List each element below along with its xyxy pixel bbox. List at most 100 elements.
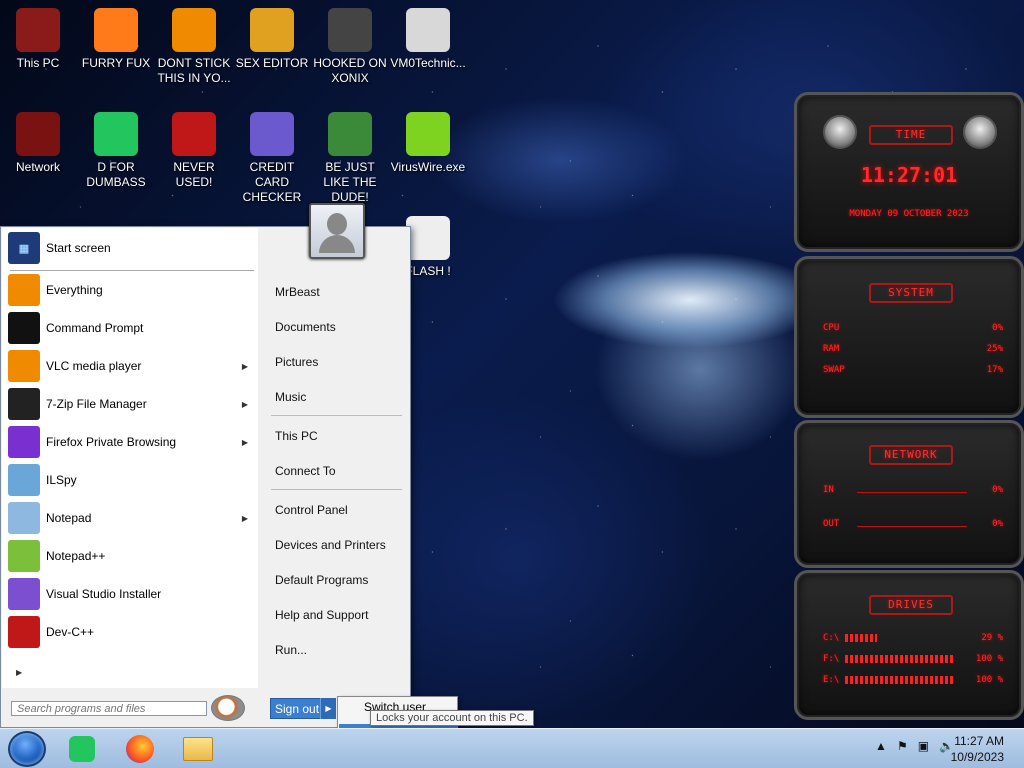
program-label: Command Prompt (46, 321, 144, 335)
vlc-icon (172, 8, 216, 52)
program-label: Firefox Private Browsing (46, 435, 177, 449)
start-screen-item[interactable]: ▦ Start screen (8, 231, 254, 265)
submenu-arrow-icon: ▶ (241, 513, 248, 523)
clock-date[interactable]: 10/9/2023 (951, 750, 1004, 764)
devcpp-icon (8, 616, 40, 648)
network-gadget[interactable]: NETWORK IN 0% OUT 0% (794, 420, 1024, 568)
desktop-icon-label: CREDIT CARD CHECKER (242, 160, 302, 204)
program-item[interactable]: Everything (8, 273, 254, 307)
program-item[interactable]: Visual Studio Installer (8, 577, 254, 611)
desktop-icon[interactable]: Network (0, 112, 76, 175)
start-link-devices-and-printers[interactable]: Devices and Printers (275, 538, 386, 552)
desktop-icon-label: NEVER USED! (173, 160, 215, 189)
vlc-icon (8, 350, 40, 382)
desktop-icon[interactable]: NEVER USED! (156, 112, 232, 190)
desktop-icon[interactable]: FURRY FUX (78, 8, 154, 71)
drives-gadget[interactable]: DRIVES C:\ 29 % F:\ 100 % E:\ 100 % (794, 570, 1024, 720)
system-row: CPU 0% (823, 323, 1003, 333)
program-label: ILSpy (46, 473, 77, 487)
network-row: OUT 0% (823, 519, 1003, 529)
7zip-icon (8, 388, 40, 420)
search-input[interactable] (11, 701, 207, 716)
desktop-icon[interactable]: HOOKED ON XONIX (312, 8, 388, 86)
separator (10, 270, 254, 271)
drive-usage-bar (845, 633, 878, 642)
system-row: SWAP 17% (823, 365, 1003, 375)
desktop-icon-label: FURRY FUX (81, 56, 151, 70)
show-hidden-icons-icon[interactable]: ▲ (875, 739, 887, 753)
santa-icon (328, 112, 372, 156)
user-avatar[interactable] (309, 203, 365, 259)
desktop-icon[interactable]: D FOR DUMBASS (78, 112, 154, 190)
computer-icon (16, 8, 60, 52)
program-item[interactable]: Firefox Private Browsing ▶ (8, 425, 254, 459)
start-link-mrbeast[interactable]: MrBeast (275, 285, 320, 299)
program-label: 7-Zip File Manager (46, 397, 147, 411)
clock-time[interactable]: 11:27 AM (954, 734, 1004, 748)
separator (271, 415, 402, 416)
desktop-icon[interactable]: DONT STICK THIS IN YO... (156, 8, 232, 86)
program-label: Dev-C++ (46, 625, 95, 639)
desktop-icon-label: HOOKED ON XONIX (313, 56, 387, 85)
start-link-help-and-support[interactable]: Help and Support (275, 608, 368, 622)
program-label: Notepad++ (46, 549, 106, 563)
hxd-icon (250, 8, 294, 52)
program-item[interactable]: 7-Zip File Manager ▶ (8, 387, 254, 421)
desktop-icon-label: BE JUST LIKE THE DUDE! (323, 160, 377, 204)
start-button[interactable] (8, 731, 46, 767)
desktop-icon[interactable]: SEX EDITOR (234, 8, 310, 71)
firefox-private-icon (8, 426, 40, 458)
gadget-title: NETWORK (869, 445, 953, 465)
program-item[interactable]: Notepad++ (8, 539, 254, 573)
program-label: Notepad (46, 511, 92, 525)
desktop-icon-label: Network (15, 160, 60, 174)
program-item[interactable]: ILSpy (8, 463, 254, 497)
separator (271, 489, 402, 490)
firefox-icon (126, 735, 154, 763)
gadget-title: SYSTEM (869, 283, 953, 303)
submenu-arrow-icon: ▶ (241, 361, 248, 371)
network-row: IN 0% (823, 485, 1003, 495)
desktop-icon[interactable]: VirusWire.exe (390, 112, 466, 175)
desktop-icon-label: VirusWire.exe (390, 160, 466, 174)
time-gadget[interactable]: TIME 11:27:01 MONDAY 09 OCTOBER 2023 (794, 92, 1024, 252)
program-item[interactable]: Dev-C++ (8, 615, 254, 649)
desktop-icon[interactable]: BE JUST LIKE THE DUDE! (312, 112, 388, 205)
start-link-control-panel[interactable]: Control Panel (275, 503, 348, 517)
magnifier-icon (8, 274, 40, 306)
desktop-icon[interactable]: This PC (0, 8, 76, 71)
flag-icon[interactable]: ⚑ (897, 739, 908, 753)
flash-icon (406, 216, 450, 260)
doctor-icon (406, 8, 450, 52)
start-link-run[interactable]: Run... (275, 643, 307, 657)
start-link-this-pc[interactable]: This PC (275, 429, 318, 443)
program-label: VLC media player (46, 359, 142, 373)
start-link-documents[interactable]: Documents (275, 320, 336, 334)
drive-usage-bar (845, 675, 956, 684)
desktop-icon[interactable]: CREDIT CARD CHECKER (234, 112, 310, 205)
network-tray-icon[interactable]: ▣ (918, 739, 929, 753)
program-item[interactable]: VLC media player ▶ (8, 349, 254, 383)
start-link-default-programs[interactable]: Default Programs (275, 573, 368, 587)
desktop-icon-label: VM0Technic... (390, 56, 466, 70)
all-programs-arrow-icon[interactable]: ▶ (16, 668, 22, 677)
taskbar-firefox-button[interactable] (120, 733, 160, 765)
tooltip: Locks your account on this PC. (370, 710, 534, 726)
notepadpp-icon (8, 540, 40, 572)
taskbar-d-app-button[interactable] (62, 733, 102, 765)
d-app-icon (69, 736, 95, 762)
desktop-icon-label: D FOR DUMBASS (86, 160, 146, 189)
program-item[interactable]: Command Prompt (8, 311, 254, 345)
program-item[interactable]: Notepad ▶ (8, 501, 254, 535)
desktop-icon[interactable]: VM0Technic... (390, 8, 466, 71)
start-link-music[interactable]: Music (275, 390, 306, 404)
start-link-connect-to[interactable]: Connect To (275, 464, 336, 478)
start-link-pictures[interactable]: Pictures (275, 355, 318, 369)
search-icon[interactable] (211, 695, 245, 721)
gadget-title: DRIVES (869, 595, 953, 615)
system-gadget[interactable]: SYSTEM CPU 0% RAM 25% SWAP 17% (794, 256, 1024, 418)
taskbar-explorer-button[interactable] (178, 733, 218, 765)
program-label: Visual Studio Installer (46, 587, 162, 601)
program-label: Everything (46, 283, 103, 297)
sign-out-arrow-button[interactable]: ▶ (320, 698, 336, 719)
